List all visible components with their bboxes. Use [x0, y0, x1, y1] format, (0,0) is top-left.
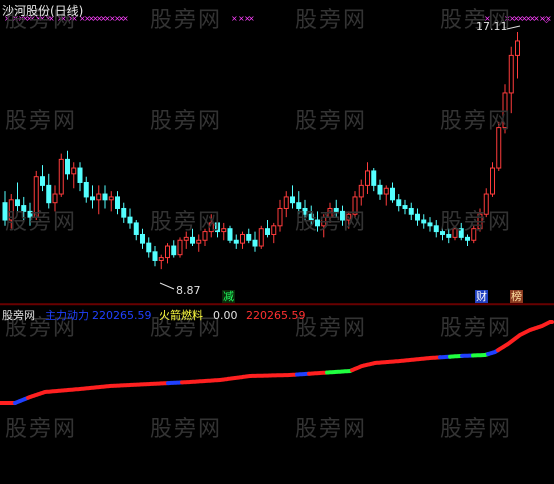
watermark: 股旁网 — [5, 109, 78, 134]
watermark: 股旁网 — [440, 417, 513, 442]
price-low-label: 8.87 — [176, 284, 201, 297]
candle-body — [65, 158, 70, 175]
candle-body — [102, 193, 108, 201]
indicator-value-2b: 220265.59 — [246, 309, 306, 322]
candle-body — [371, 170, 377, 186]
candle-body — [490, 167, 495, 195]
candle-body — [252, 239, 258, 247]
indicator-value-1: 220265.59 — [92, 309, 152, 322]
indicator-line-segment — [471, 352, 490, 358]
candle-body — [96, 193, 102, 201]
indicator-line-segment — [307, 370, 329, 376]
candle-body — [58, 158, 64, 195]
signal-marker: × — [248, 14, 255, 23]
candle-body — [290, 196, 295, 204]
indicator-line-segment — [26, 381, 170, 400]
indicator-line-segment — [166, 380, 184, 386]
candle-body — [271, 225, 277, 235]
candle-body — [196, 239, 202, 244]
indicator-line-segment — [325, 368, 354, 375]
candle-body — [508, 54, 514, 94]
candle-body — [90, 196, 95, 201]
candle-body — [190, 236, 195, 244]
candle-body — [46, 184, 52, 204]
candle-body — [358, 184, 364, 198]
candle-body — [52, 193, 58, 204]
chart-title: 沙河股份(日线) — [2, 4, 84, 18]
indicator-name-1: 主力动力 — [45, 309, 89, 322]
candle-body — [283, 196, 289, 209]
indicator-value-2a: 0.00 — [213, 309, 238, 322]
watermark: 股旁网 — [5, 210, 78, 235]
candle-body — [127, 216, 133, 224]
candle-body — [240, 233, 245, 244]
watermark: 股旁网 — [295, 109, 368, 134]
signal-marker: ◇ — [543, 15, 550, 25]
candle-body — [221, 228, 227, 233]
signal-marker: × — [122, 14, 129, 23]
indicator-line-segment — [13, 395, 30, 405]
candle-body — [465, 236, 470, 241]
watermark: 股旁网 — [440, 210, 513, 235]
watermark: 股旁网 — [295, 417, 368, 442]
watermark: 股旁网 — [295, 8, 368, 33]
candle-body — [427, 222, 433, 227]
indicator-line-segment — [350, 355, 442, 373]
watermark: 股旁网 — [150, 417, 223, 442]
candle-body — [377, 184, 383, 195]
candle-body — [265, 228, 270, 235]
candle-body — [383, 187, 389, 195]
candle-body — [365, 170, 370, 186]
watermark: 股旁网 — [440, 109, 513, 134]
candle-body — [177, 239, 183, 256]
candle-body — [227, 228, 233, 241]
candle-body — [233, 239, 239, 244]
candle-body — [246, 233, 252, 241]
candle-body — [108, 196, 114, 201]
ranking-badge[interactable]: 榜 — [510, 290, 523, 303]
candle-body — [277, 207, 283, 227]
candle-body — [152, 251, 158, 261]
candle-body — [83, 181, 89, 198]
candle-body — [515, 40, 520, 56]
signal-marker: × — [231, 14, 238, 23]
candle-body — [402, 205, 408, 209]
finance-badge[interactable]: 财 — [475, 290, 488, 303]
low-pointer — [159, 282, 175, 290]
candle-body — [390, 187, 395, 201]
candle-body — [133, 222, 139, 235]
watermark: 股旁网 — [5, 417, 78, 442]
candle-body — [40, 176, 45, 186]
watermark: 股旁网 — [150, 109, 223, 134]
candle-body — [115, 196, 120, 209]
candle-body — [421, 219, 427, 224]
candle-body — [165, 245, 170, 259]
watermark: 股旁网 — [440, 316, 513, 341]
watermark: 股旁网 — [295, 210, 368, 235]
candle-body — [77, 167, 83, 183]
candle-body — [415, 213, 420, 221]
candle-body — [171, 245, 177, 256]
candle-body — [146, 242, 152, 253]
candle-body — [433, 225, 439, 233]
candle-body — [258, 228, 264, 247]
candle-body — [408, 207, 414, 215]
candle-body — [121, 207, 127, 218]
indicator-line-segment — [180, 372, 299, 385]
candle-body — [158, 257, 164, 261]
price-high-label: 17.11 — [476, 20, 508, 33]
watermark: 股旁网 — [295, 316, 368, 341]
candle-body — [140, 233, 145, 244]
candle-body — [183, 236, 189, 241]
reduce-badge[interactable]: 减 — [222, 290, 235, 303]
watermark: 股旁网 — [150, 8, 223, 33]
indicator-source: 股旁网 — [2, 309, 35, 322]
watermark: 股旁网 — [150, 210, 223, 235]
candle-body — [396, 199, 402, 207]
candle-body — [71, 167, 77, 175]
indicator-name-2: 火箭燃料 — [159, 309, 203, 322]
